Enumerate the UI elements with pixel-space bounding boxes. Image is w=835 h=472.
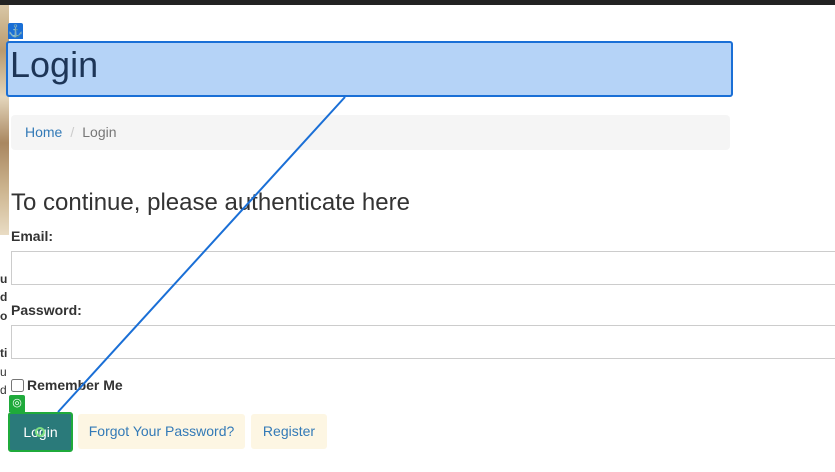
background-texture <box>0 5 9 235</box>
password-field[interactable] <box>11 325 835 359</box>
breadcrumb-separator: / <box>70 124 75 140</box>
left-text-fragment: o <box>0 309 8 323</box>
page-title-highlight <box>6 41 733 97</box>
target-icon: ◎ <box>9 395 25 412</box>
email-label: Email: <box>11 228 54 244</box>
left-text-fragment: u <box>0 272 8 286</box>
password-label: Password: <box>11 302 82 318</box>
left-text-fragment: ti <box>0 346 8 360</box>
breadcrumb-current: Login <box>82 124 117 140</box>
anchor-icon: ⚓ <box>8 23 23 39</box>
left-text-fragment: d <box>0 383 7 397</box>
register-button[interactable]: Register <box>251 414 327 449</box>
remember-me-label: Remember Me <box>27 377 123 393</box>
left-text-fragment: d <box>0 290 8 304</box>
page-title: Login <box>10 44 99 85</box>
email-field[interactable] <box>11 251 835 285</box>
left-text-fragment: u <box>0 365 7 379</box>
forgot-password-button[interactable]: Forgot Your Password? <box>78 414 245 449</box>
breadcrumb-home-link[interactable]: Home <box>25 124 62 140</box>
remember-me-checkbox[interactable] <box>11 378 24 392</box>
top-bar <box>0 0 835 5</box>
click-point-icon <box>35 427 45 437</box>
breadcrumb: Home / Login <box>11 115 730 150</box>
auth-heading: To continue, please authenticate here <box>11 189 410 216</box>
remember-me[interactable]: Remember Me <box>11 377 123 393</box>
